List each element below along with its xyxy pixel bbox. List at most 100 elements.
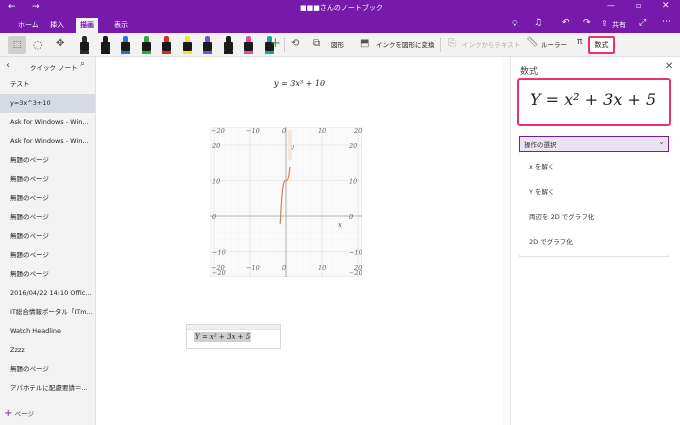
close-panel-icon[interactable]: ✕ (665, 61, 673, 72)
ink-to-text-button: インクからテキスト (462, 41, 521, 49)
tick-label-x: 0 (282, 127, 286, 135)
equation-box-text[interactable]: Y = x² + 3x + 5 (194, 332, 252, 342)
tab-draw[interactable]: 描画 (76, 18, 98, 33)
page-list-item[interactable]: 無題のページ (0, 227, 95, 246)
pen-tool-icon[interactable] (100, 36, 110, 54)
math-icon[interactable]: π (577, 37, 582, 47)
ink-replay-icon[interactable]: ⟲ (291, 38, 299, 49)
tab-view[interactable]: 表示 (110, 18, 132, 33)
math-button[interactable]: 数式 (588, 36, 615, 54)
tick-label-y: 10 (212, 178, 220, 186)
ink-to-shape-button[interactable]: インクを図形に変換 (376, 38, 435, 52)
math-panel-title: 数式 (520, 67, 539, 77)
pen-tool-icon[interactable] (162, 36, 171, 54)
page-list-item[interactable]: 2016/04/22 14:10 Offic... (0, 284, 95, 303)
forward-arrow-icon[interactable]: → (32, 2, 40, 12)
page-list-item[interactable]: 無題のページ (0, 151, 95, 170)
divider (440, 38, 441, 52)
ink-to-text-icon: ⎘ (448, 38, 456, 49)
draw-toolbar: ⬚ ◌ ✥ + ⟲ ⧉ 図形 ⬒ インクを図形に変換 ⎘ インクからテキスト 📏… (0, 33, 680, 57)
page-list-item[interactable]: 無題のページ (0, 189, 95, 208)
equation-box[interactable]: Y = x² + 3x + 5 (186, 324, 281, 349)
chevron-down-icon: ⌄ (658, 137, 665, 146)
tick-label-y: −20 (349, 269, 362, 277)
page-list-item[interactable]: Ask for Windows - Win... (0, 113, 95, 132)
pan-tool-icon[interactable]: ✥ (56, 38, 64, 49)
math-equation-text: Y = x² + 3x + 5 (530, 90, 657, 109)
page-list-item[interactable]: Ask for Windows - Win... (0, 132, 95, 151)
option-solve-x[interactable]: x を解く (519, 154, 669, 180)
shapes-icon[interactable]: ⧉ (313, 38, 320, 49)
page-list-item[interactable]: 無題のページ (0, 360, 95, 379)
back-chevron-icon[interactable]: ‹ (6, 60, 10, 71)
page-list-item[interactable]: 無題のページ (0, 170, 95, 189)
page-list-item[interactable]: 無題のページ (0, 265, 95, 284)
tick-label-y: −20 (212, 269, 226, 277)
page-list-item[interactable]: 無題のページ (0, 208, 95, 227)
add-icon: + (4, 408, 13, 419)
page-list-item[interactable]: Zzzz (0, 341, 95, 360)
tick-label-y: −10 (212, 249, 226, 257)
graph-container[interactable]: −20 −20 −10 −10 0 0 10 10 20 20 20 20 10 10 0 0 −10 −10 −2… (209, 126, 363, 288)
action-dropdown-label: 操作の選択 (524, 141, 557, 149)
x-axis-label: x (338, 221, 342, 229)
search-icon[interactable]: ⌕ (80, 59, 85, 69)
close-window-icon[interactable]: ✕ (662, 1, 670, 11)
maximize-icon[interactable]: ▫ (636, 1, 641, 10)
tab-insert[interactable]: 挿入 (46, 18, 68, 33)
page-list-item[interactable]: 無題のページ (0, 246, 95, 265)
pen-tool-icon[interactable] (182, 36, 192, 54)
page-list-item[interactable]: y=3x^3+10 (0, 94, 95, 113)
expand-icon[interactable]: ⤢ (639, 18, 646, 28)
title-bar: ← → ■■■さんのノートブック — ▫ ✕ (0, 0, 680, 16)
back-arrow-icon[interactable]: ← (8, 2, 16, 12)
equation-box-grip[interactable] (187, 325, 280, 330)
lasso-tool-icon[interactable]: ◌ (33, 38, 43, 51)
add-page-label: ページ (14, 410, 34, 418)
tick-label-y: 0 (349, 213, 353, 221)
pen-tool-icon[interactable] (203, 36, 212, 54)
tab-home[interactable]: ホーム (14, 18, 43, 33)
page-list-item[interactable]: Watch Headline (0, 322, 95, 341)
note-canvas[interactable]: y = 3x³ + 10 −20 −20 −10 −10 0 0 10 10 20 20 20 20 1… (96, 57, 511, 425)
pen-tool-icon[interactable] (141, 36, 151, 54)
pen-tool-icon[interactable] (223, 36, 233, 54)
select-tool-icon[interactable]: ⬚ (8, 36, 26, 54)
math-equation-display: Y = x² + 3x + 5 (517, 78, 671, 126)
lightbulb-icon[interactable]: 💡︎ (512, 19, 518, 29)
tick-label-x: −10 (246, 127, 260, 135)
ruler-button[interactable]: ルーラー (541, 38, 567, 52)
add-pen-icon[interactable]: + (270, 36, 281, 51)
page-list-item[interactable]: アパホテルに配慮要請＝... (0, 379, 95, 398)
ink-to-shape-icon[interactable]: ⬒ (360, 38, 369, 49)
share-label[interactable]: 共有 (612, 20, 626, 30)
graph-svg: −20−20−10−10001010202020 2010 100 0−10 −10−2… (209, 126, 363, 288)
minimize-icon[interactable]: — (607, 1, 615, 10)
divider (284, 38, 285, 52)
action-dropdown[interactable]: 操作の選択 ⌄ (519, 136, 669, 152)
option-solve-y[interactable]: Y を解く (519, 179, 669, 205)
page-list-item[interactable]: テスト (0, 75, 95, 94)
more-icon[interactable]: ⋯ (662, 17, 671, 27)
bell-icon[interactable]: ♫ (534, 18, 542, 28)
tick-label-y: 20 (348, 142, 357, 150)
add-page-button[interactable]: + ページ (4, 408, 84, 422)
tick-label-x: 0 (282, 264, 286, 272)
pen-tool-icon[interactable] (80, 36, 89, 54)
undo-icon[interactable]: ↶ (562, 18, 570, 28)
page-list-item[interactable]: IT総合情報ポータル「ITm... (0, 303, 95, 322)
ruler-icon[interactable]: 📏︎ (526, 37, 539, 48)
pen-tool-icon[interactable] (244, 36, 253, 54)
redo-icon[interactable]: ↷ (583, 18, 591, 28)
tick-label-y: 0 (212, 213, 216, 221)
section-header: クイック ノート (30, 64, 78, 72)
canvas-scrollbar[interactable] (503, 57, 510, 425)
option-graph-both-sides-2d[interactable]: 両辺を 2D でグラフ化 (519, 204, 669, 230)
page-list-sidebar: ‹ クイック ノート ⌕ テスト y=3x^3+10 Ask for Windows… (0, 57, 96, 425)
equation-ink-top[interactable]: y = 3x³ + 10 (274, 79, 325, 88)
pen-tool-icon[interactable] (121, 36, 130, 54)
option-graph-2d[interactable]: 2D でグラフ化 (519, 229, 669, 255)
shapes-button[interactable]: 図形 (331, 38, 344, 52)
share-icon[interactable]: ⇪ (601, 19, 608, 28)
math-button-label: 数式 (594, 41, 609, 49)
